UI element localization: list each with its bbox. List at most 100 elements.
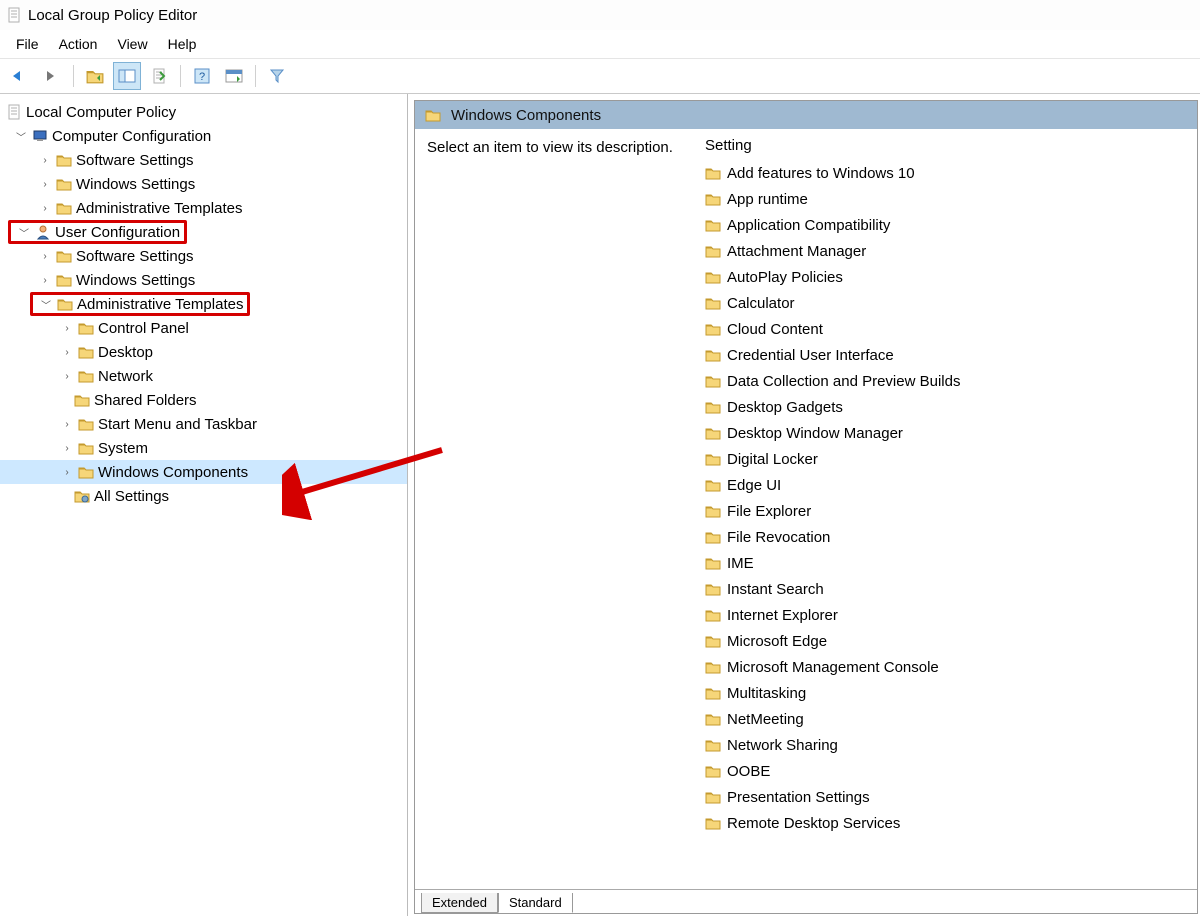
setting-item-label: Desktop Gadgets [727, 399, 843, 416]
tree-computer-config[interactable]: ﹀ Computer Configuration [0, 124, 407, 148]
folder-icon [705, 244, 721, 258]
tree-user-windows[interactable]: › Windows Settings [0, 268, 407, 292]
back-button[interactable] [6, 62, 34, 90]
folder-icon [705, 790, 721, 804]
setting-item[interactable]: Desktop Gadgets [699, 394, 1191, 420]
setting-item-label: File Revocation [727, 529, 830, 546]
setting-item[interactable]: Microsoft Edge [699, 628, 1191, 654]
tree-comp-software[interactable]: › Software Settings [0, 148, 407, 172]
window-title: Local Group Policy Editor [28, 7, 197, 24]
menu-action[interactable]: Action [51, 34, 106, 54]
setting-item-label: Remote Desktop Services [727, 815, 900, 832]
up-button[interactable] [81, 62, 109, 90]
show-tree-button[interactable] [113, 62, 141, 90]
setting-item[interactable]: Cloud Content [699, 316, 1191, 342]
expander-icon[interactable]: › [38, 251, 52, 262]
forward-button[interactable] [38, 62, 66, 90]
setting-item[interactable]: NetMeeting [699, 706, 1191, 732]
setting-item[interactable]: Microsoft Management Console [699, 654, 1191, 680]
setting-item[interactable]: Add features to Windows 10 [699, 160, 1191, 186]
tree-system[interactable]: › System [0, 436, 407, 460]
setting-item-label: OOBE [727, 763, 770, 780]
setting-item[interactable]: Data Collection and Preview Builds [699, 368, 1191, 394]
expander-icon[interactable]: › [60, 467, 74, 478]
folder-icon [74, 393, 90, 407]
expander-icon[interactable]: › [38, 179, 52, 190]
setting-item[interactable]: Attachment Manager [699, 238, 1191, 264]
folder-icon [56, 153, 72, 167]
expander-icon[interactable]: › [38, 203, 52, 214]
menu-help[interactable]: Help [160, 34, 205, 54]
tree-all-settings[interactable]: All Settings [0, 484, 407, 508]
setting-item-label: IME [727, 555, 754, 572]
setting-item[interactable]: File Explorer [699, 498, 1191, 524]
tree-user-config[interactable]: ﹀ User Configuration [8, 220, 187, 244]
expander-icon[interactable]: › [60, 323, 74, 334]
titlebar: Local Group Policy Editor [0, 0, 1200, 30]
expander-icon[interactable]: › [60, 419, 74, 430]
setting-item[interactable]: Application Compatibility [699, 212, 1191, 238]
tree-user-admin[interactable]: ﹀ Administrative Templates [30, 292, 250, 316]
help-button[interactable]: ? [188, 62, 216, 90]
folder-icon [705, 504, 721, 518]
filter-button[interactable] [263, 62, 291, 90]
tree-shared-folders[interactable]: Shared Folders [0, 388, 407, 412]
setting-item[interactable]: Presentation Settings [699, 784, 1191, 810]
tree-desktop[interactable]: › Desktop [0, 340, 407, 364]
folder-icon [78, 345, 94, 359]
setting-item[interactable]: Remote Desktop Services [699, 810, 1191, 836]
setting-item-label: Credential User Interface [727, 347, 894, 364]
description-column: Select an item to view its description. [415, 129, 693, 889]
tree-start-menu[interactable]: › Start Menu and Taskbar [0, 412, 407, 436]
tree-root[interactable]: Local Computer Policy [0, 100, 407, 124]
setting-item-label: Internet Explorer [727, 607, 838, 624]
setting-item[interactable]: IME [699, 550, 1191, 576]
setting-item[interactable]: Instant Search [699, 576, 1191, 602]
setting-item[interactable]: OOBE [699, 758, 1191, 784]
setting-item[interactable]: AutoPlay Policies [699, 264, 1191, 290]
expander-icon[interactable]: › [38, 155, 52, 166]
export-button[interactable] [145, 62, 173, 90]
expander-icon[interactable]: › [60, 443, 74, 454]
folder-icon [705, 686, 721, 700]
expander-icon[interactable]: › [38, 275, 52, 286]
menu-file[interactable]: File [8, 34, 47, 54]
setting-item-label: Cloud Content [727, 321, 823, 338]
tree-windows-components[interactable]: › Windows Components [0, 460, 407, 484]
setting-item[interactable]: Credential User Interface [699, 342, 1191, 368]
expander-icon[interactable]: ﹀ [17, 225, 31, 240]
folder-icon [56, 201, 72, 215]
setting-item[interactable]: Network Sharing [699, 732, 1191, 758]
right-header-title: Windows Components [451, 107, 601, 124]
tree-comp-windows[interactable]: › Windows Settings [0, 172, 407, 196]
setting-item[interactable]: File Revocation [699, 524, 1191, 550]
tree-comp-admin[interactable]: › Administrative Templates [0, 196, 407, 220]
tree-user-software[interactable]: › Software Settings [0, 244, 407, 268]
setting-item-label: Microsoft Management Console [727, 659, 939, 676]
tab-extended[interactable]: Extended [421, 893, 498, 913]
folder-icon [705, 452, 721, 466]
setting-item[interactable]: App runtime [699, 186, 1191, 212]
setting-item[interactable]: Internet Explorer [699, 602, 1191, 628]
setting-item[interactable]: Edge UI [699, 472, 1191, 498]
menubar: File Action View Help [0, 30, 1200, 58]
expander-icon[interactable]: › [60, 347, 74, 358]
setting-item-label: Application Compatibility [727, 217, 890, 234]
setting-item[interactable]: Calculator [699, 290, 1191, 316]
menu-view[interactable]: View [109, 34, 155, 54]
settings-column-header[interactable]: Setting [699, 137, 1191, 160]
setting-item-label: AutoPlay Policies [727, 269, 843, 286]
tab-standard[interactable]: Standard [498, 893, 573, 913]
setting-item[interactable]: Digital Locker [699, 446, 1191, 472]
expander-icon[interactable]: ﹀ [39, 297, 53, 312]
setting-item[interactable]: Multitasking [699, 680, 1191, 706]
options-button[interactable] [220, 62, 248, 90]
tree-control-panel[interactable]: › Control Panel [0, 316, 407, 340]
folder-icon [56, 273, 72, 287]
folder-icon [705, 530, 721, 544]
expander-icon[interactable]: ﹀ [14, 129, 28, 144]
folder-icon [78, 321, 94, 335]
expander-icon[interactable]: › [60, 371, 74, 382]
setting-item[interactable]: Desktop Window Manager [699, 420, 1191, 446]
tree-network[interactable]: › Network [0, 364, 407, 388]
